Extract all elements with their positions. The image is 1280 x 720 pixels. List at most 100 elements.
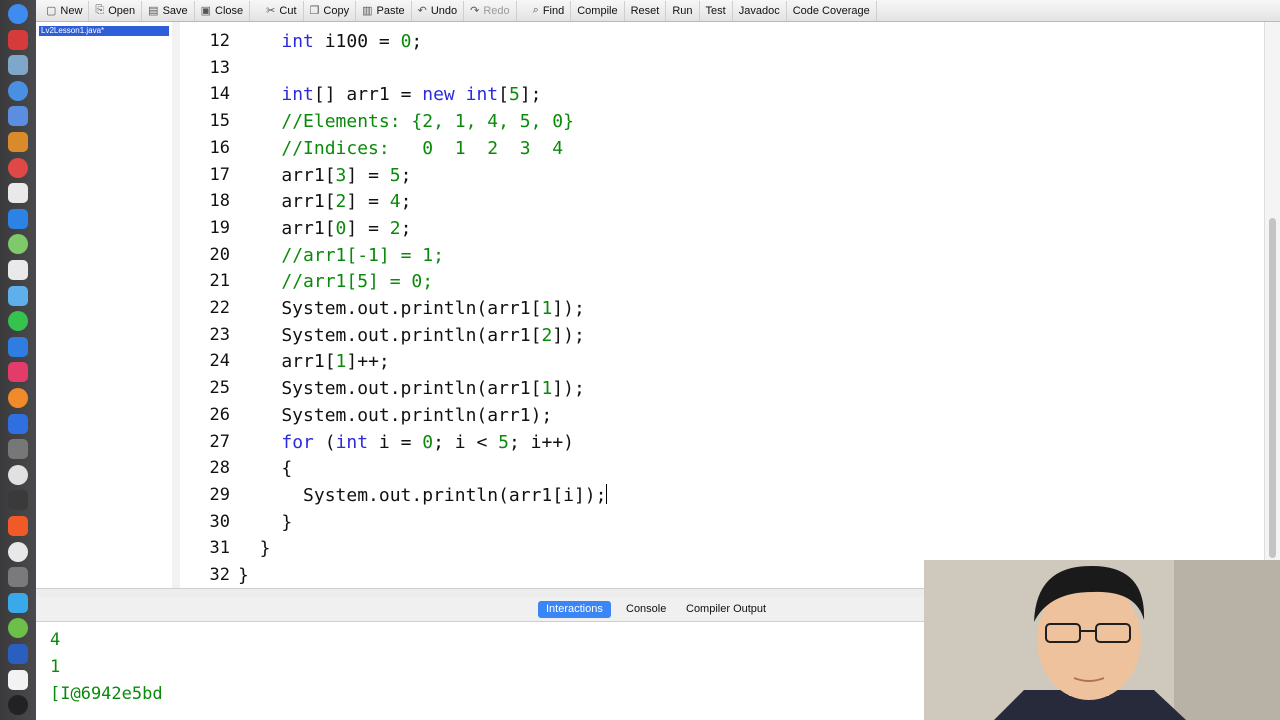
preview-icon[interactable] (8, 541, 28, 562)
undo-button[interactable]: ↶ Undo (412, 0, 465, 21)
code-text: { (238, 458, 293, 480)
scissors-icon: ✂ (266, 5, 276, 17)
launchpad-icon[interactable] (8, 29, 28, 50)
settings-icon[interactable] (8, 439, 28, 460)
line-number: 21 (209, 271, 230, 292)
terminal-icon[interactable] (8, 490, 28, 511)
line-number: 19 (209, 217, 230, 238)
line-number: 24 (209, 351, 230, 372)
textedit-icon[interactable] (8, 260, 28, 280)
maps-icon[interactable] (8, 234, 28, 255)
word-icon[interactable] (8, 644, 28, 664)
presenter-image (924, 560, 1280, 720)
drjava-icon[interactable] (8, 464, 28, 485)
tab-interactions[interactable]: Interactions (538, 601, 611, 618)
line-number: 26 (209, 404, 230, 425)
save-button[interactable]: ▤ Save (142, 0, 195, 21)
redo-button[interactable]: ↷ Redo (464, 0, 517, 21)
code-text: } (238, 538, 271, 560)
file-item-selected[interactable]: Lv2Lesson1.java* (39, 26, 169, 36)
copy-button[interactable]: ❐ Copy (304, 0, 357, 21)
find-button[interactable]: ⌕ Find (527, 0, 572, 21)
close-button[interactable]: ▣ Close (195, 0, 251, 21)
code-text: System.out.println(arr1[1]); (238, 298, 585, 319)
line-number: 16 (209, 137, 230, 158)
line-number: 30 (209, 511, 230, 532)
new-button[interactable]: ▢ New (40, 0, 90, 21)
output-line: [I@6942e5bd (50, 684, 163, 704)
activity-icon[interactable] (8, 567, 28, 588)
new-file-icon: ▢ (46, 5, 57, 17)
safari-icon[interactable] (8, 80, 28, 101)
code-text: System.out.println(arr1[i]); (238, 483, 608, 506)
line-number: 15 (209, 111, 230, 132)
line-number: 32 (209, 565, 230, 585)
line-number: 25 (209, 378, 230, 399)
messages-icon[interactable] (8, 285, 28, 306)
code-text: //arr1[5] = 0; (281, 271, 434, 293)
rocket-icon[interactable] (8, 55, 28, 76)
bottom-tab-bar: Interactions Console Compiler Output (36, 597, 924, 622)
paste-button[interactable]: ▥ Paste (356, 0, 412, 21)
line-number: 27 (209, 431, 230, 452)
paste-icon: ▥ (362, 5, 373, 17)
tab-console[interactable]: Console (618, 601, 674, 618)
line-number: 12 (209, 31, 230, 51)
finder-icon[interactable] (8, 4, 28, 24)
macos-dock (0, 0, 36, 720)
line-number: 13 (209, 57, 230, 78)
line-number: 17 (209, 164, 230, 185)
interactions-pane[interactable]: 4 1 [I@6942e5bd (36, 622, 924, 720)
books-icon[interactable] (8, 388, 28, 408)
test-button[interactable]: Test (700, 0, 733, 21)
chrome-icon[interactable] (8, 516, 28, 536)
code-text: //Indices: 0 1 2 3 4 (281, 137, 564, 159)
toolbar: ▢ New ⎘ Open ▤ Save ▣ Close ✂ Cut ❐ Copy ▥ Past… (36, 0, 1280, 22)
redo-icon: ↷ (470, 5, 480, 17)
tab-compiler-output[interactable]: Compiler Output (678, 601, 774, 618)
mail-icon[interactable] (8, 106, 28, 127)
binoculars-icon: ⌕ (532, 4, 539, 16)
code-text: System.out.println(arr1); (238, 404, 553, 426)
line-number: 31 (209, 538, 230, 559)
code-text: int[] arr1 = new int[5]; (281, 84, 542, 106)
code-text: for (int i = 0; i < 5; i++) (281, 431, 575, 453)
line-number: 23 (209, 324, 230, 345)
run-button[interactable]: Run (666, 0, 700, 21)
compile-button[interactable]: Compile (571, 0, 625, 21)
open-button[interactable]: ⎘ Open (89, 0, 143, 21)
reminders-icon[interactable] (8, 183, 28, 204)
scrollbar-thumb[interactable] (1269, 218, 1276, 558)
reset-button[interactable]: Reset (625, 0, 667, 21)
code-text: } (238, 511, 293, 533)
code-coverage-button[interactable]: Code Coverage (787, 0, 877, 21)
save-icon: ▤ (148, 5, 159, 17)
line-number: 22 (209, 298, 230, 318)
app-store-icon[interactable] (8, 208, 28, 229)
photos-icon[interactable] (8, 336, 28, 357)
trash-icon[interactable] (8, 669, 28, 690)
notes-icon[interactable] (8, 132, 28, 152)
wechat-icon[interactable] (8, 618, 28, 639)
code-text: System.out.println(arr1[2]); (238, 324, 585, 346)
file-list: Lv2Lesson1.java* (36, 22, 173, 588)
copy-icon: ❐ (309, 5, 320, 17)
xcode-icon[interactable] (8, 413, 28, 434)
music-icon[interactable] (8, 362, 28, 383)
cut-button[interactable]: ✂ Cut (260, 0, 304, 21)
vertical-splitter[interactable] (172, 22, 180, 588)
line-number: 14 (209, 84, 230, 105)
editor-scrollbar[interactable] (1264, 22, 1280, 588)
javadoc-button[interactable]: Javadoc (733, 0, 787, 21)
calendar-icon[interactable] (8, 157, 28, 178)
code-text: //arr1[-1] = 1; (281, 244, 444, 266)
zoom-icon[interactable] (8, 592, 28, 613)
code-text: arr1[0] = 2; (238, 217, 412, 239)
obs-icon[interactable] (8, 695, 28, 716)
code-text: //Elements: {2, 1, 4, 5, 0} (281, 111, 574, 133)
line-number: 29 (209, 484, 230, 505)
line-number: 28 (209, 458, 230, 479)
code-editor[interactable]: 12 int i100 = 0; 13 14 int[] arr1 = new in… (180, 22, 1264, 588)
facetime-icon[interactable] (8, 311, 28, 332)
code-text: } (238, 565, 249, 586)
